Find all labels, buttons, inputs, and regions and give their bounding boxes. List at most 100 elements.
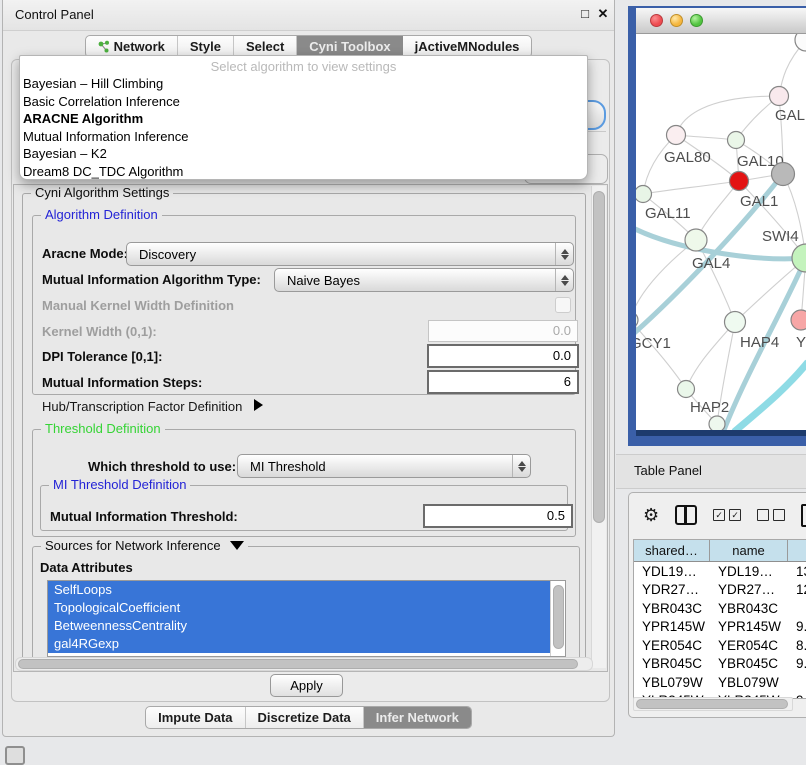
table-cell: YER054C	[634, 636, 710, 655]
dpi-tolerance-label: DPI Tolerance [0,1]:	[42, 349, 162, 364]
network-node-gal1[interactable]	[730, 172, 749, 191]
dpi-tolerance-field[interactable]: 0.0	[427, 344, 579, 368]
attributes-vertical-scrollbar[interactable]	[550, 581, 565, 656]
table-row[interactable]: YPR145WYPR145W9.	[634, 618, 806, 637]
kernel-width-label: Kernel Width (0,1):	[42, 324, 157, 339]
select-all-icon[interactable]: ✓ ✓	[713, 509, 741, 521]
tab-label: Discretize Data	[258, 710, 351, 725]
network-node[interactable]	[772, 163, 795, 186]
table-row[interactable]: YBR043CYBR043C	[634, 599, 806, 618]
network-node-gal10[interactable]	[728, 132, 745, 149]
tab-label: Infer Network	[376, 710, 459, 725]
tab-select[interactable]: Select	[234, 36, 297, 57]
apply-button[interactable]: Apply	[270, 674, 343, 697]
network-node-gal4[interactable]	[685, 229, 707, 251]
algorithm-option-aracne-algorithm[interactable]: ARACNE Algorithm	[20, 110, 587, 128]
settings-horizontal-scrollbar[interactable]	[15, 657, 593, 671]
scrollbar-thumb[interactable]	[636, 699, 788, 709]
gear-icon[interactable]: ⚙	[643, 505, 659, 525]
network-node[interactable]	[709, 416, 725, 430]
node-label: GAL4	[692, 255, 730, 272]
settings-vertical-scrollbar[interactable]	[591, 186, 606, 668]
network-node-y[interactable]	[791, 310, 806, 330]
network-node-hap2[interactable]	[678, 381, 695, 398]
table-cell	[788, 673, 806, 692]
table-cell: YDR27…	[710, 581, 788, 600]
attribute-item-topologicalcoefficient[interactable]: TopologicalCoefficient	[48, 599, 555, 617]
hub-definition-expander[interactable]: Hub/Transcription Factor Definition	[42, 399, 263, 414]
algorithm-option-dream8-dc-tdc-algorithm[interactable]: Dream8 DC_TDC Algorithm	[20, 163, 587, 181]
algorithm-option-basic-correlation-inference[interactable]: Basic Correlation Inference	[20, 93, 587, 111]
network-edge[interactable]	[643, 181, 739, 194]
tab-label: Cyni Toolbox	[309, 39, 390, 54]
deselect-all-icon[interactable]	[757, 509, 785, 521]
table-row[interactable]: YER054CYER054C8.	[634, 636, 806, 655]
column-header-1[interactable]: shared…	[634, 540, 710, 561]
scrollbar-thumb[interactable]	[553, 585, 564, 649]
mi-steps-field[interactable]: 6	[427, 370, 579, 394]
node-table: shared…name YDL19…YDL19…13YDR27…YDR27…12…	[633, 539, 806, 699]
manual-kernel-checkbox[interactable]	[555, 297, 571, 313]
network-node-gal80[interactable]	[667, 126, 686, 145]
tab-jactivemnodules[interactable]: jActiveMNodules	[403, 36, 532, 57]
mi-algorithm-type-combo[interactable]: Naive Bayes	[274, 268, 574, 292]
scrollbar-thumb[interactable]	[18, 659, 578, 669]
control-panel-title: Control Panel	[15, 7, 94, 22]
algorithm-option-bayesian-hill-climbing[interactable]: Bayesian – Hill Climbing	[20, 75, 587, 93]
group-title: Algorithm Definition	[41, 207, 162, 222]
minimize-traffic-light-icon[interactable]	[670, 14, 683, 27]
network-node-hap4[interactable]	[725, 312, 746, 333]
data-attributes-list[interactable]: SelfLoopsTopologicalCoefficientBetweenne…	[47, 580, 566, 657]
table-cell: YBR045C	[710, 655, 788, 674]
table-row[interactable]: YBL079WYBL079W	[634, 673, 806, 692]
table-row[interactable]: YBR045CYBR045C9.	[634, 655, 806, 674]
expander-open-icon[interactable]	[230, 541, 244, 550]
network-node-gcy1[interactable]	[636, 312, 638, 328]
float-window-icon[interactable]: □	[577, 6, 593, 22]
table-cell: YBL079W	[710, 673, 788, 692]
table-row[interactable]: YDL19…YDL19…13	[634, 562, 806, 581]
column-layout-icon[interactable]	[675, 505, 697, 525]
minimized-panel-icon[interactable]	[5, 746, 25, 765]
column-header-3[interactable]	[788, 540, 806, 561]
cyni-bottom-tabbar: Impute Data Discretize Data Infer Network	[3, 706, 614, 729]
network-icon	[98, 40, 110, 53]
table-cell: YBR043C	[634, 599, 710, 618]
tab-network[interactable]: Network	[86, 36, 178, 57]
network-node-gal11[interactable]	[636, 186, 652, 203]
tab-cyni-toolbox[interactable]: Cyni Toolbox	[297, 36, 402, 57]
tab-impute-data[interactable]: Impute Data	[146, 707, 245, 728]
network-canvas[interactable]: GALGAL80GAL10GAL1GAL11SWI4GAL4GCY1HAP4YH…	[636, 34, 806, 430]
combo-value: Discovery	[127, 247, 555, 262]
network-edge[interactable]	[734, 362, 806, 430]
zoom-traffic-light-icon[interactable]	[690, 14, 703, 27]
network-edge[interactable]	[676, 96, 779, 135]
tab-style[interactable]: Style	[178, 36, 234, 57]
algorithm-option-bayesian-k2[interactable]: Bayesian – K2	[20, 145, 587, 163]
mi-threshold-field[interactable]: 0.5	[423, 504, 573, 528]
tab-discretize-data[interactable]: Discretize Data	[246, 707, 364, 728]
close-window-icon[interactable]: ✕	[595, 6, 611, 22]
mi-type-label: Mutual Information Algorithm Type:	[42, 272, 261, 287]
close-traffic-light-icon[interactable]	[650, 14, 663, 27]
tab-infer-network[interactable]: Infer Network	[364, 707, 471, 728]
aracne-mode-combo[interactable]: Discovery	[126, 242, 574, 266]
table-row[interactable]: YDR27…YDR27…12	[634, 581, 806, 600]
table-cell: 13	[788, 562, 806, 581]
expander-closed-icon[interactable]	[254, 399, 263, 411]
network-node[interactable]	[795, 34, 806, 51]
attribute-item-selfloops[interactable]: SelfLoops	[48, 581, 555, 599]
algorithm-option-mutual-information-inference[interactable]: Mutual Information Inference	[20, 128, 587, 146]
attribute-item-betweennesscentrality[interactable]: BetweennessCentrality	[48, 617, 555, 635]
scrollbar-thumb[interactable]	[593, 191, 605, 523]
column-header-2[interactable]: name	[710, 540, 788, 561]
table-horizontal-scrollbar[interactable]	[633, 697, 793, 711]
attribute-item-gal4rgexp[interactable]: gal4RGexp	[48, 635, 555, 653]
network-edge[interactable]	[686, 322, 735, 389]
which-threshold-combo[interactable]: MI Threshold	[237, 454, 531, 478]
network-edge[interactable]	[636, 320, 686, 389]
kernel-width-field[interactable]: 0.0	[428, 320, 578, 342]
network-node-gal[interactable]	[770, 87, 789, 106]
table-panel: ⚙ ✓ ✓ shared…name YDL19…YDL19…13YDR27…YD…	[628, 492, 806, 718]
document-icon[interactable]	[801, 504, 806, 527]
